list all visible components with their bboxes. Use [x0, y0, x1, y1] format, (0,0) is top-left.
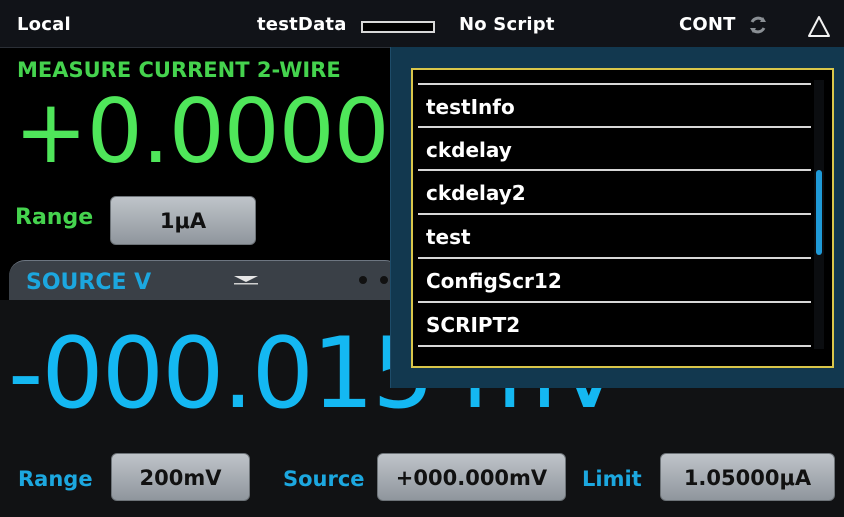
sync-icon[interactable]	[748, 16, 768, 34]
page-dot-1	[359, 276, 367, 284]
active-buffer-name[interactable]: testData	[257, 14, 347, 35]
script-name: SCRIPT2	[426, 313, 521, 337]
source-range-button[interactable]: 200mV	[111, 453, 250, 501]
script-list-item[interactable]: ckdelay2	[418, 169, 811, 212]
swipe-handle-icon[interactable]	[232, 275, 260, 285]
script-list-item[interactable]: ckdelay	[418, 126, 811, 169]
script-name: testInfo	[426, 95, 515, 119]
source-tab-title: SOURCE V	[26, 270, 152, 295]
measure-range-button[interactable]: 1μA	[110, 196, 256, 245]
source-value-label: Source	[283, 467, 365, 491]
script-name: ckdelay2	[426, 181, 526, 205]
bell-icon[interactable]	[806, 14, 832, 40]
script-list-item[interactable]: SCRIPT2	[418, 301, 811, 344]
measure-range-label: Range	[15, 205, 94, 230]
measure-function-label: MEASURE CURRENT 2-WIRE	[17, 58, 341, 82]
limit-button[interactable]: 1.05000μA	[660, 453, 835, 501]
scrollbar-thumb[interactable]	[816, 170, 822, 255]
script-name: ckdelay	[426, 138, 512, 162]
limit-label: Limit	[582, 467, 642, 491]
source-value-button[interactable]: +000.000mV	[377, 453, 566, 501]
script-list-item[interactable]: test	[418, 213, 811, 256]
script-name: test	[426, 225, 471, 249]
measure-reading: +0.0000	[14, 80, 390, 183]
instrument-screen: Local testData No Script CONT MEASURE CU…	[0, 0, 844, 517]
local-mode-indicator[interactable]: Local	[17, 14, 71, 35]
script-name: ConfigScr12	[426, 269, 562, 293]
status-bar: Local testData No Script CONT	[0, 0, 844, 48]
source-range-label: Range	[18, 467, 93, 491]
page-dot-2	[380, 276, 388, 284]
script-list: testInfo ckdelay ckdelay2 test ConfigScr…	[418, 75, 827, 361]
script-list-item[interactable]	[418, 345, 811, 361]
script-list-item[interactable]: ConfigScr12	[418, 257, 811, 300]
script-list-item[interactable]: testInfo	[418, 83, 811, 126]
buffer-fill-indicator	[361, 21, 435, 33]
trigger-mode[interactable]: CONT	[679, 14, 736, 35]
script-status[interactable]: No Script	[459, 14, 555, 35]
